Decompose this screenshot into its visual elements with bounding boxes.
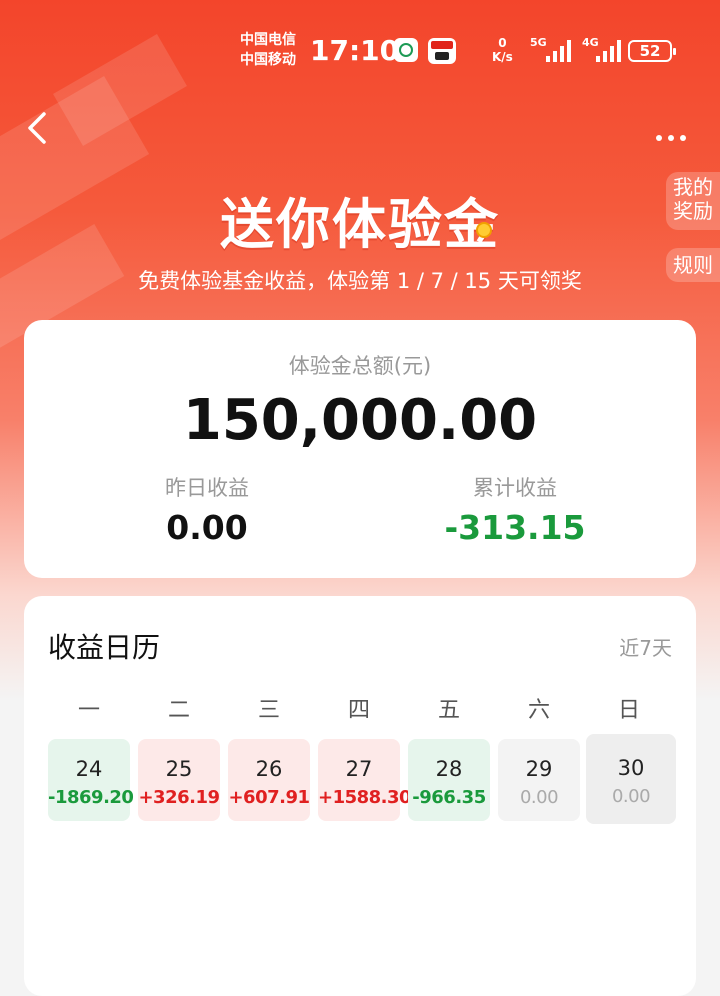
calendar-day-cell[interactable]: 27 +1588.30: [318, 739, 412, 821]
calendar-day-cell[interactable]: 24 -1869.20: [48, 739, 134, 821]
day-number: 29: [525, 757, 553, 781]
day-number: 24: [75, 757, 103, 781]
calendar-day-cell[interactable]: 25 +326.19: [138, 739, 220, 821]
weekday-sat: 六: [527, 698, 550, 723]
earnings-calendar-card: 收益日历 近7天 一 二 三 四 五 六 日 24 -1869.20 25 +3…: [24, 596, 696, 996]
weekday-tue: 二: [167, 698, 190, 723]
signal-2-icon: [596, 38, 626, 62]
calendar-title: 收益日历: [48, 631, 161, 664]
carrier-2: 中国移动: [240, 52, 296, 68]
day-earnings: 0.00: [611, 786, 651, 807]
day-earnings: 0.00: [519, 787, 559, 808]
weekday-sun: 日: [617, 698, 640, 723]
day-number: 27: [345, 757, 373, 781]
calendar-day-cell[interactable]: 28 -966.35: [408, 739, 490, 821]
day-earnings: +1588.30: [318, 787, 412, 808]
cumulative-earnings-value: -313.15: [444, 508, 586, 547]
page-subtitle: 免费体验基金收益，体验第 1 / 7 / 15 天可领奖: [138, 269, 582, 293]
calendar-day-cell-today[interactable]: 30 0.00: [586, 734, 676, 824]
battery-icon: 52: [628, 40, 676, 62]
summary-card: 体验金总额(元) 150,000.00 昨日收益 0.00 累计收益 -313.…: [24, 320, 696, 578]
carrier-names: 中国电信 中国移动: [240, 30, 296, 70]
status-time: 17:10: [310, 34, 400, 67]
carrier-1: 中国电信: [240, 32, 296, 48]
day-number: 25: [165, 757, 193, 781]
calendar-day-cell[interactable]: 29 0.00: [498, 739, 580, 821]
cumulative-earnings: 累计收益 -313.15: [390, 472, 640, 547]
yesterday-earnings-value: 0.00: [166, 508, 248, 547]
page-title: 送你体验金: [220, 193, 500, 256]
net-speed-value: 0: [498, 36, 507, 50]
yesterday-earnings: 昨日收益 0.00: [82, 472, 332, 547]
cumulative-earnings-label: 累计收益: [473, 476, 557, 500]
day-earnings: -1869.20: [48, 787, 134, 808]
status-bar: 中国电信 中国移动 17:10 0 K/s 5G 4G 52: [0, 28, 720, 76]
day-earnings: +607.91: [228, 787, 310, 808]
net-speed-unit: K/s: [492, 50, 513, 64]
yesterday-earnings-label: 昨日收益: [165, 476, 249, 500]
weekday-wed: 三: [257, 698, 280, 723]
calendar-range-selector[interactable]: 近7天: [619, 632, 672, 661]
weekday-thu: 四: [347, 698, 370, 723]
back-chevron-icon[interactable]: [22, 110, 58, 146]
signal-1-icon: [546, 38, 576, 62]
calendar-day-cell[interactable]: 26 +607.91: [228, 739, 310, 821]
weekday-mon: 一: [77, 698, 100, 723]
day-number: 26: [255, 757, 283, 781]
day-earnings: -966.35: [412, 787, 486, 808]
day-number: 30: [617, 756, 645, 780]
net-speed: 0 K/s: [492, 36, 513, 64]
day-number: 28: [435, 757, 463, 781]
weekday-fri: 五: [437, 698, 460, 723]
total-amount-value: 150,000.00: [182, 388, 538, 453]
more-options-icon[interactable]: [656, 126, 696, 141]
signal-1-tag: 5G: [530, 36, 547, 49]
coin-icon: [476, 222, 492, 238]
total-amount-label: 体验金总额(元): [288, 354, 432, 378]
bank-app-icon: [394, 38, 418, 62]
news-app-icon: [428, 38, 456, 64]
day-earnings: +326.19: [138, 787, 220, 808]
